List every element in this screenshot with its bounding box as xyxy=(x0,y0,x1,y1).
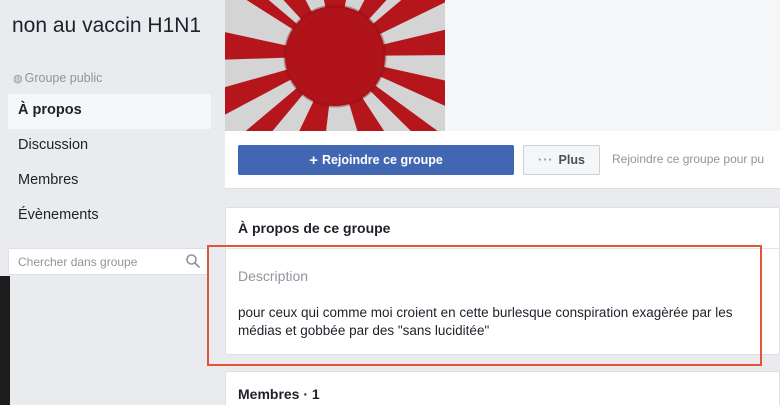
description-text: pour ceux qui comme moi croient en cette… xyxy=(238,305,733,338)
cover-background xyxy=(445,0,780,131)
join-hint-text: Rejoindre ce groupe pour pu xyxy=(612,152,765,166)
cover-photo[interactable] xyxy=(225,0,445,131)
group-type-label: Groupe public xyxy=(24,71,103,85)
page-edge xyxy=(0,276,10,405)
plus-icon: + xyxy=(309,151,318,169)
description-label: Description xyxy=(238,268,309,284)
sidebar-nav: À propos Discussion Membres Évènements xyxy=(8,94,211,234)
group-search xyxy=(8,248,208,275)
join-group-button[interactable]: + Rejoindre ce groupe xyxy=(238,145,514,175)
sidebar-item-about[interactable]: À propos xyxy=(8,94,211,129)
more-button[interactable]: ··· Plus xyxy=(523,145,600,175)
group-type: ◍ Groupe public xyxy=(13,71,102,85)
sidebar-item-discussion[interactable]: Discussion xyxy=(8,129,211,164)
rising-sun-flag-image xyxy=(225,0,445,131)
search-input[interactable] xyxy=(9,249,179,274)
more-dots-icon: ··· xyxy=(538,153,554,167)
join-button-label: Rejoindre ce groupe xyxy=(321,153,443,167)
group-action-bar: + Rejoindre ce groupe ··· Plus Rejoindre c… xyxy=(225,131,780,189)
sidebar-item-events[interactable]: Évènements xyxy=(8,199,211,234)
members-card-title[interactable]: Membres · 1 xyxy=(238,386,320,402)
about-card-title: À propos de ce groupe xyxy=(226,208,779,249)
globe-icon: ◍ xyxy=(13,73,23,85)
about-card: À propos de ce groupe Description pour c… xyxy=(225,207,780,355)
left-sidebar: non au vaccin H1N1 ◍ Groupe public À prop… xyxy=(0,0,215,405)
members-card: Membres · 1 xyxy=(225,371,780,405)
sidebar-item-members[interactable]: Membres xyxy=(8,164,211,199)
more-button-label: Plus xyxy=(558,153,585,167)
search-icon[interactable] xyxy=(185,253,201,269)
group-name[interactable]: non au vaccin H1N1 xyxy=(12,14,202,38)
